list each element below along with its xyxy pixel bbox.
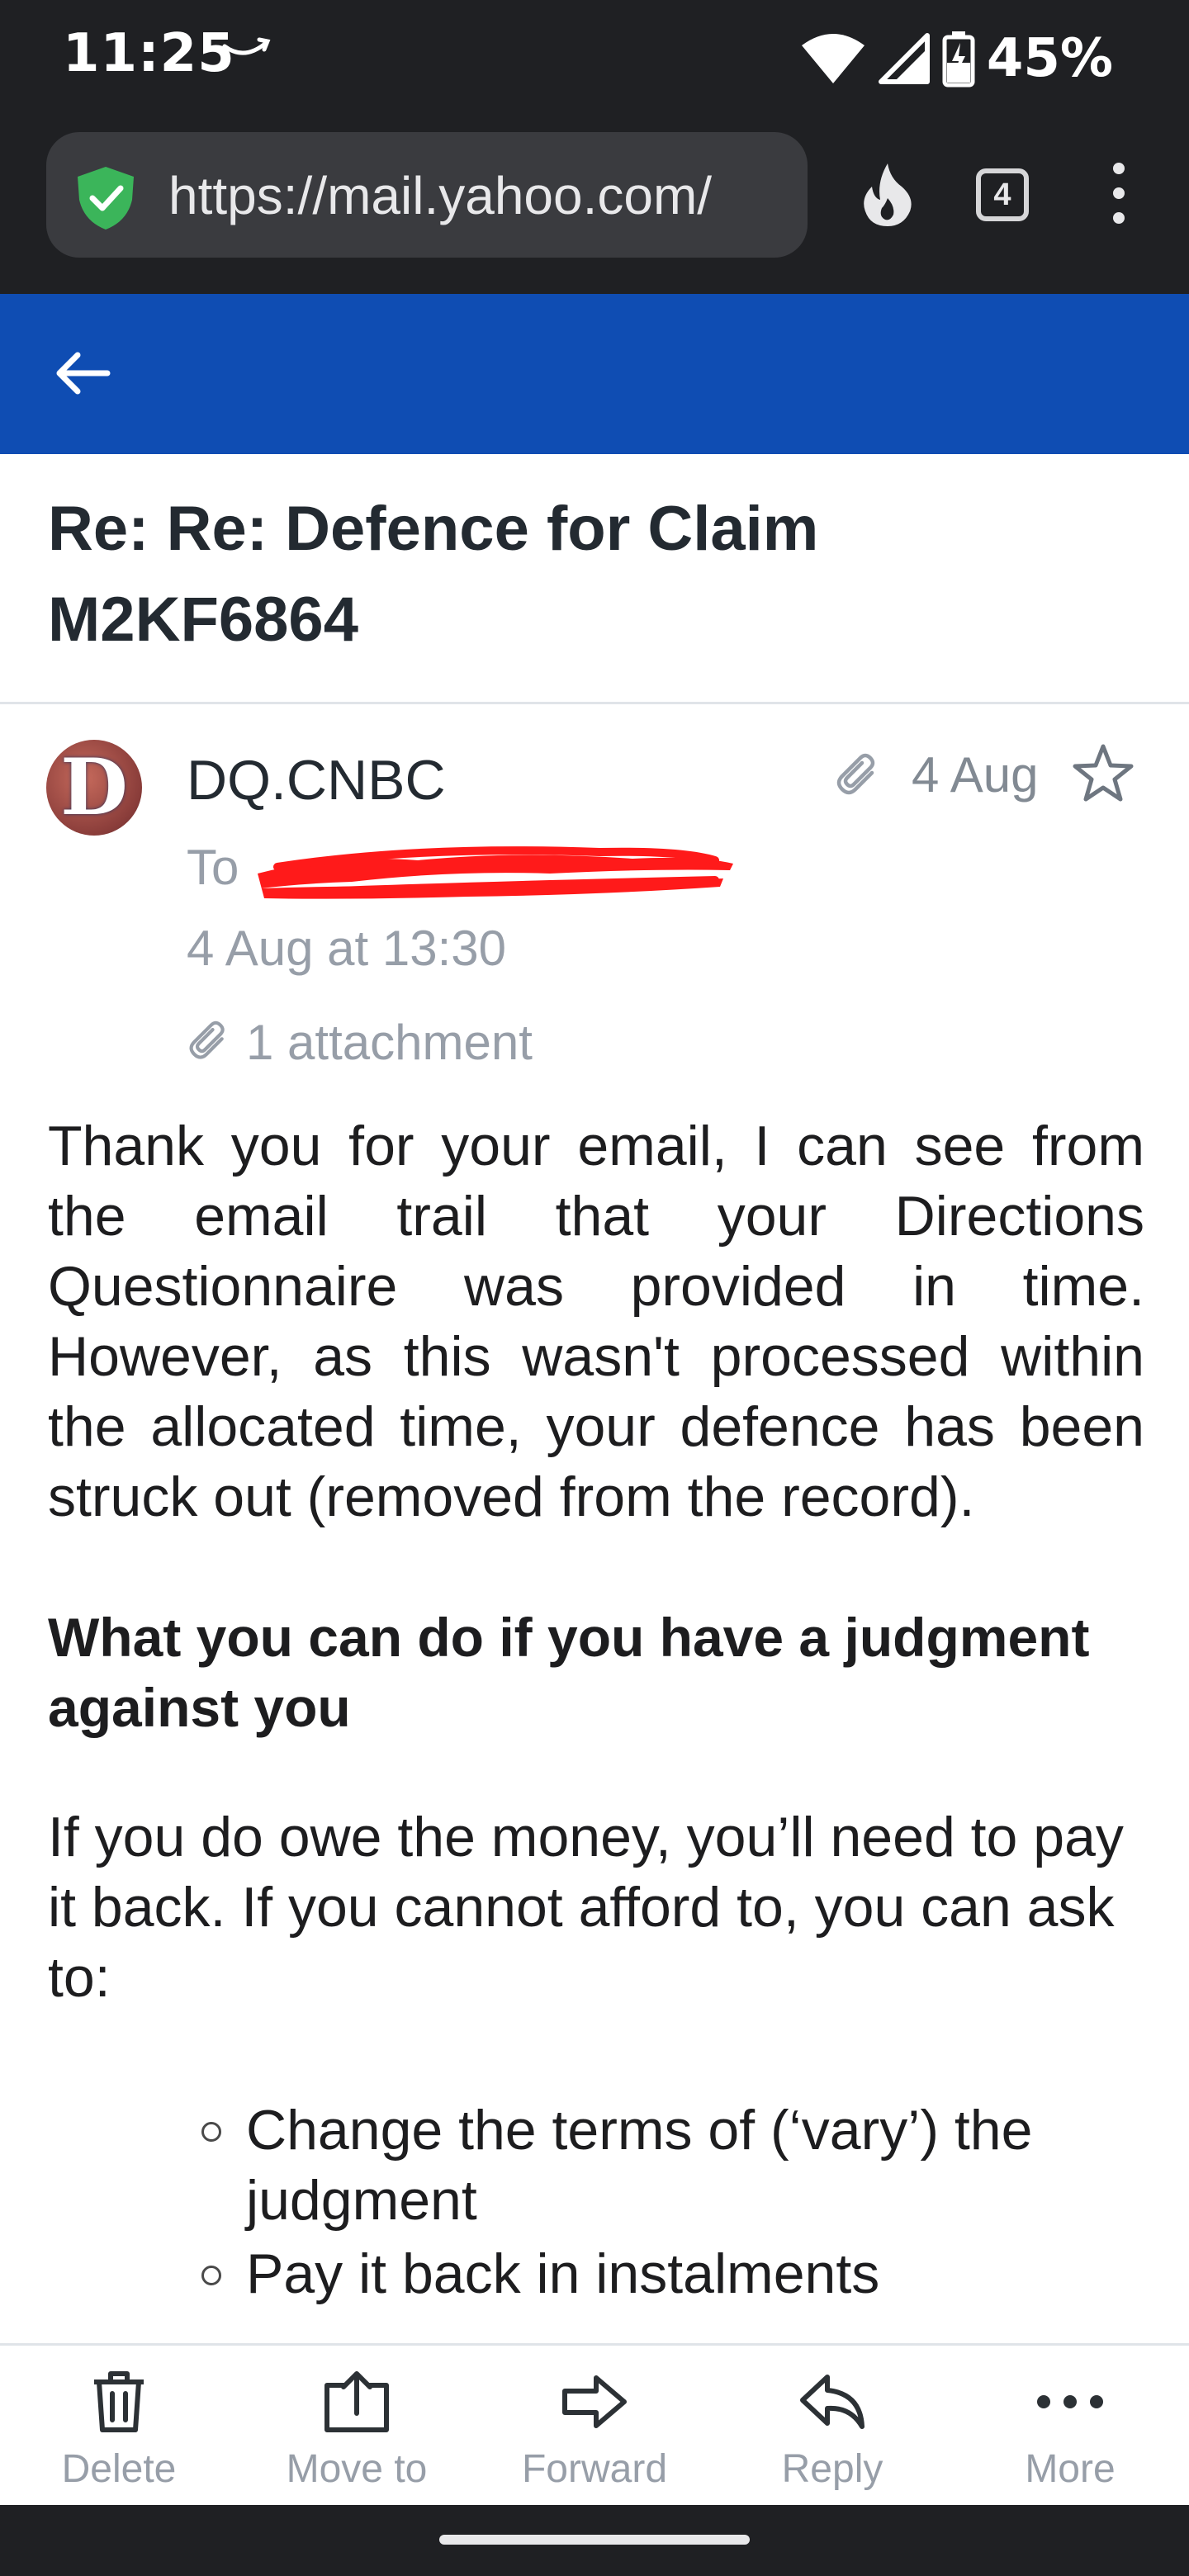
battery-percent: 45% (986, 28, 1113, 89)
attachment-link[interactable]: 1 attachment (187, 1009, 533, 1075)
more-dots-icon (1037, 2395, 1103, 2408)
move-to-label[interactable]: Move to (287, 2446, 428, 2492)
shield-check-icon[interactable] (74, 165, 137, 231)
attachment-count[interactable]: 1 attachment (246, 1014, 533, 1071)
action-toolbar: Delete Move to Forward Reply More (0, 2343, 1189, 2505)
status-time: 11:25 (63, 23, 235, 84)
divider (0, 702, 1189, 704)
list-item: Pay it back in instalments (201, 2239, 1144, 2309)
move-to-button[interactable]: Move to (238, 2346, 476, 2505)
reply-label[interactable]: Reply (782, 2446, 883, 2492)
received-date: 4 Aug (912, 747, 1039, 803)
sent-timestamp: 4 Aug at 13:30 (187, 921, 507, 976)
forward-label[interactable]: Forward (522, 2446, 667, 2492)
fire-icon[interactable] (859, 162, 917, 228)
more-label[interactable]: More (1025, 2446, 1115, 2492)
paperclip-icon (836, 753, 875, 795)
delete-label[interactable]: Delete (62, 2446, 177, 2492)
star-icon[interactable] (1072, 743, 1135, 803)
trail-swoosh-icon (222, 37, 271, 55)
delete-button[interactable]: Delete (0, 2346, 238, 2505)
reply-button[interactable]: Reply (713, 2346, 951, 2505)
overflow-menu-icon[interactable] (1106, 160, 1131, 226)
redaction-scribble (258, 846, 733, 899)
wifi-icon (801, 34, 865, 83)
body-paragraph: Thank you for your email, I can see from… (48, 1115, 1144, 1528)
paperclip-icon (189, 1020, 225, 1059)
mail-header-bar (0, 294, 1189, 454)
status-bar: 11:25 45% (0, 0, 1189, 124)
move-to-icon (324, 2371, 389, 2432)
body-paragraph: If you do owe the money, you’ll need to … (48, 1806, 1124, 2009)
email-subject: Re: Re: Defence for Claim M2KF6864 (48, 494, 819, 655)
tabs-icon[interactable]: 4 (976, 168, 1029, 221)
sender-name[interactable]: DQ.CNBC (187, 748, 446, 812)
home-gesture-bar[interactable] (439, 2535, 750, 2545)
browser-toolbar: https://mail.yahoo.com/ 4 (0, 124, 1189, 294)
address-bar[interactable]: https://mail.yahoo.com/ (46, 132, 808, 258)
signal-icon (878, 33, 930, 84)
recipient-label[interactable]: To (187, 839, 239, 896)
forward-button[interactable]: Forward (476, 2346, 713, 2505)
bullet-list: Change the terms of (‘vary’) the judgmen… (48, 2095, 1144, 2309)
email-body: Thank you for your email, I can see from… (48, 1111, 1144, 2313)
reply-arrow-icon (800, 2375, 865, 2429)
back-arrow-icon[interactable] (53, 347, 112, 400)
battery-charging-icon (942, 31, 975, 88)
avatar[interactable]: D (46, 740, 142, 836)
body-heading: What you can do if you have a judgment a… (48, 1607, 1090, 1738)
trash-icon (94, 2371, 144, 2432)
forward-arrow-icon (562, 2375, 627, 2428)
system-nav-bar (0, 2505, 1189, 2576)
list-item: Change the terms of (‘vary’) the judgmen… (201, 2095, 1144, 2236)
url-text[interactable]: https://mail.yahoo.com/ (168, 165, 827, 226)
more-button[interactable]: More (951, 2346, 1189, 2505)
